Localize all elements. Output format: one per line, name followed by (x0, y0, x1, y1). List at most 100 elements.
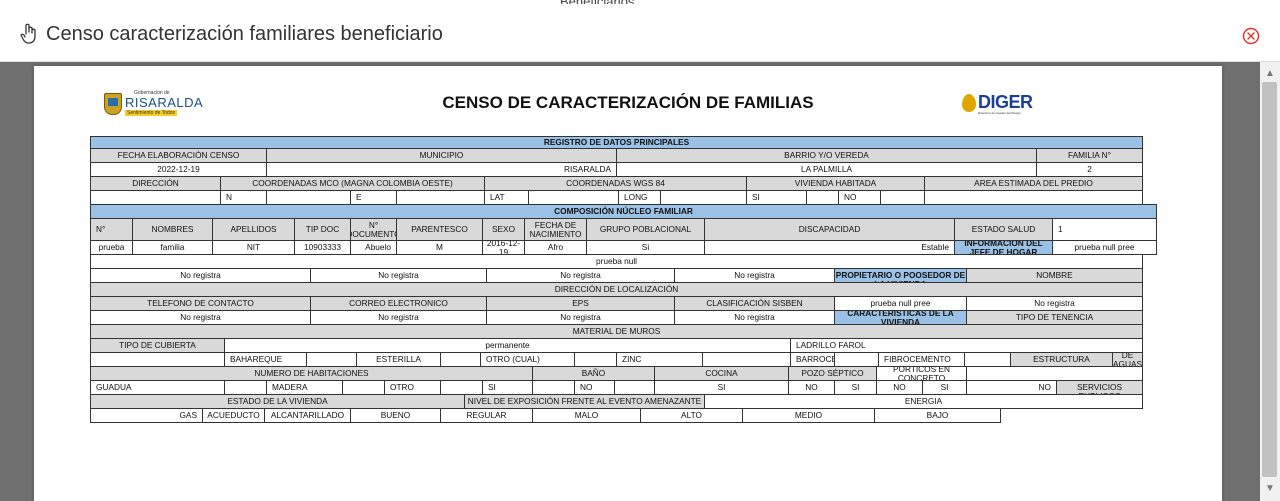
field-value-cell: LA PALMILLA (616, 162, 1037, 177)
field-value-cell: ALTO (640, 408, 743, 423)
field-label-cell: DISPONIBILIDAD DE SERVICIOS PUBLICOS (1056, 380, 1143, 395)
document-viewer[interactable]: Gobernación de RISARALDA Sentimiento de … (0, 62, 1260, 501)
field-label-cell: BAÑO (532, 366, 655, 381)
field-label-cell: TIPO DE TENENCIA (966, 310, 1143, 325)
field-value-cell (660, 190, 747, 205)
section-header-cell: CARACTERISTICAS DE LA VIVIENDA (834, 310, 967, 325)
field-label-cell: TELEFONO DE CONTACTO (90, 296, 311, 311)
field-value-cell (574, 352, 617, 367)
field-value-cell (342, 380, 385, 395)
field-value-cell: RISARALDA (266, 162, 617, 177)
field-label-cell: CORREO ELECTRONICO (310, 296, 487, 311)
field-value-cell (532, 380, 575, 395)
field-value-cell: SI (482, 380, 533, 395)
field-value-cell: 2022-12-19 (90, 162, 267, 177)
field-label-cell: APELLIDOS (212, 218, 295, 241)
field-value-cell: NO (788, 380, 835, 395)
field-value-cell: MALO (532, 408, 641, 423)
field-value-cell (396, 190, 485, 205)
field-value-cell (834, 352, 879, 367)
field-label-cell: DIRECCIÓN (90, 176, 221, 191)
field-label-cell: N° DOCUMENTO (350, 218, 397, 241)
field-value-cell: prueba null pree (1052, 240, 1157, 255)
field-value-cell: Afro (524, 240, 587, 255)
field-label-cell: FAMILIA N° (1036, 148, 1143, 163)
field-value-cell: ACUEDUCTO (202, 408, 265, 423)
field-value-cell: No registra (486, 310, 675, 325)
section-header-cell: INFORMACIÓN DEL PROPIETARIO O POOSEDOR D… (834, 268, 967, 283)
field-value-cell (266, 190, 351, 205)
field-value-cell: No registra (90, 268, 311, 283)
field-value-cell: familia (132, 240, 213, 255)
field-value-cell: SI (922, 380, 967, 395)
field-value-cell: No registra (310, 268, 487, 283)
section-header-cell: INFORMACIÓN DEL JEFE DE HOGAR (954, 240, 1053, 255)
field-value-cell: FIBROCEMENTO (878, 352, 965, 367)
hand-pointer-icon (20, 23, 36, 44)
scroll-up-arrow-icon[interactable]: ▲ (1265, 68, 1275, 79)
field-value-cell: No registra (486, 268, 675, 283)
field-value-cell: OTRO (384, 380, 441, 395)
field-value-cell: SI (746, 190, 807, 205)
field-value-cell: No registra (310, 310, 487, 325)
field-label-cell: POZO SÉPTICO (788, 366, 877, 381)
field-value-cell: prueba null pree (834, 296, 967, 311)
field-label-cell: BARRIO Y/O VEREDA (616, 148, 1037, 163)
field-value-cell (528, 190, 619, 205)
field-value-cell: ZINC (616, 352, 703, 367)
field-value-cell: 1 (1052, 218, 1157, 241)
field-label-cell: COORDENADAS WGS 84 (484, 176, 747, 191)
field-value-cell: ESTERILLA (356, 352, 441, 367)
field-value-cell: E (350, 190, 397, 205)
close-circle-icon[interactable] (1242, 27, 1260, 45)
field-value-cell: PÓRTICOS EN CONCRETO (876, 366, 967, 381)
field-value-cell: LAT (484, 190, 529, 205)
field-value-cell: MADERA (266, 380, 343, 395)
field-value-cell: GAS (90, 408, 203, 423)
field-value-cell: MEDIO (742, 408, 875, 423)
field-label-cell: COCINA (654, 366, 789, 381)
field-value-cell (702, 352, 791, 367)
field-value-cell: NO (966, 380, 1057, 395)
field-value-cell: NO (876, 380, 923, 395)
field-value-cell: Estable (704, 240, 955, 255)
field-value-cell (614, 380, 655, 395)
field-label-cell: NOMBRE (966, 268, 1143, 283)
field-label-cell: MATERIAL DE MUROS (90, 324, 1143, 339)
vertical-scrollbar[interactable]: ▲ ▼ (1260, 62, 1280, 501)
modal-header: Censo caracterización familiares benefic… (0, 4, 1280, 62)
field-value-cell: 10903333 (294, 240, 351, 255)
scroll-thumb[interactable] (1262, 82, 1277, 477)
scroll-down-arrow-icon[interactable]: ▼ (1265, 483, 1275, 494)
field-value-cell: ENERGIA (704, 394, 1143, 409)
field-value-cell: 2016-12-19 (482, 240, 525, 255)
field-value-cell: LADRILLO FAROL (790, 338, 1143, 353)
field-label-cell: TIPO DE CUBIERTA (90, 338, 225, 353)
field-value-cell: permanente (224, 338, 791, 353)
field-label-cell: MUNICIPIO (266, 148, 617, 163)
field-value-cell: Si (586, 240, 705, 255)
field-value-cell: No registra (674, 268, 835, 283)
field-value-cell: N (220, 190, 267, 205)
field-value-cell: OTRO (CUAL) (480, 352, 575, 367)
field-label-cell: GRUPO POBLACIONAL (586, 218, 705, 241)
field-value-cell (806, 190, 839, 205)
field-value-cell (964, 352, 1011, 367)
field-value-cell: 2 (1036, 162, 1143, 177)
field-label-cell: FECHA ELABORACIÓN CENSO (90, 148, 267, 163)
field-value-cell: NO (838, 190, 881, 205)
field-label-cell: EPS (486, 296, 675, 311)
field-value-cell (224, 380, 267, 395)
field-value-cell: prueba null (90, 254, 1143, 269)
field-value-cell (90, 352, 225, 367)
field-value-cell (880, 190, 925, 205)
field-label-cell: CLASIFICACIÓN SISBEN (674, 296, 835, 311)
field-value-cell: prueba (90, 240, 133, 255)
field-value-cell: SI (834, 380, 877, 395)
field-value-cell: BUENO (350, 408, 441, 423)
field-label-cell: ESTADO SALUD (954, 218, 1053, 241)
section-header-cell: COMPOSICIÓN NÚCLEO FAMILIAR (90, 204, 1157, 219)
field-value-cell: NIT (212, 240, 295, 255)
census-form-table: REGISTRO DE DATOS PRINCIPALES FECHA ELABO… (34, 66, 1222, 501)
field-label-cell: DIRECCIÓN DE LOCALIZACIÓN (90, 282, 1143, 297)
